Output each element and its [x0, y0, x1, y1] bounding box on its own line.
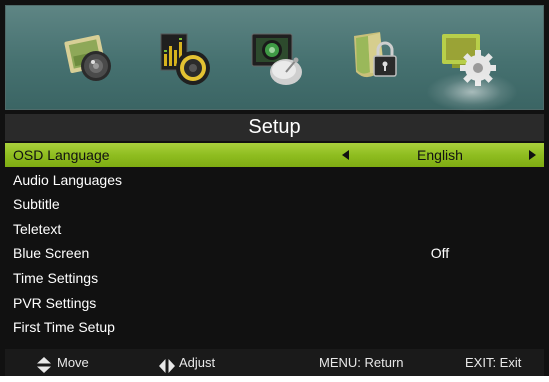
menu-item-osd-language[interactable]: OSD Language English — [5, 143, 544, 167]
menu-item-label: Audio Languages — [13, 171, 122, 188]
category-icon-bar — [5, 5, 544, 112]
osd-menu: Setup OSD Language English Audio Languag… — [0, 0, 549, 376]
menu-item-label: OSD Language — [13, 147, 110, 163]
arrow-left-icon[interactable] — [342, 150, 349, 160]
up-down-arrow-icon — [37, 355, 51, 382]
menu-item-label: Blue Screen — [13, 245, 90, 262]
left-right-arrow-icon — [159, 355, 175, 382]
menu-item-label: PVR Settings — [13, 294, 97, 311]
exit-hint: EXIT: Exit — [465, 355, 522, 370]
menu-item-subtitle[interactable]: Subtitle — [5, 192, 544, 216]
menu-item-first-time-setup[interactable]: First Time Setup — [5, 315, 544, 339]
menu-item-label: Teletext — [13, 220, 62, 237]
lock-icon[interactable] — [344, 28, 408, 92]
setup-menu-list: OSD Language English Audio Languages Sub… — [5, 143, 544, 340]
picture-icon[interactable] — [58, 28, 122, 92]
move-hint: Move — [57, 355, 89, 370]
setup-icon[interactable] — [426, 28, 518, 112]
channel-icon[interactable] — [246, 28, 310, 92]
adjust-hint: Adjust — [179, 355, 216, 370]
menu-item-teletext[interactable]: Teletext — [5, 217, 544, 241]
menu-item-label: Time Settings — [13, 269, 99, 286]
menu-item-label: First Time Setup — [13, 319, 115, 336]
menu-item-audio-languages[interactable]: Audio Languages — [5, 168, 544, 192]
menu-item-time-settings[interactable]: Time Settings — [5, 266, 544, 290]
menu-item-blue-screen[interactable]: Blue Screen Off — [5, 241, 544, 265]
arrow-right-icon[interactable] — [529, 150, 536, 160]
menu-return-hint: MENU: Return — [319, 355, 404, 370]
menu-item-label: Subtitle — [13, 196, 60, 213]
sound-icon[interactable] — [153, 28, 217, 92]
menu-item-value: Off — [430, 245, 450, 262]
page-title: Setup — [5, 114, 544, 141]
menu-item-pvr-settings[interactable]: PVR Settings — [5, 291, 544, 315]
menu-item-value: English — [417, 147, 463, 163]
footer-hint-bar: Move Adjust MENU: Return EXIT: Exit — [5, 349, 544, 376]
